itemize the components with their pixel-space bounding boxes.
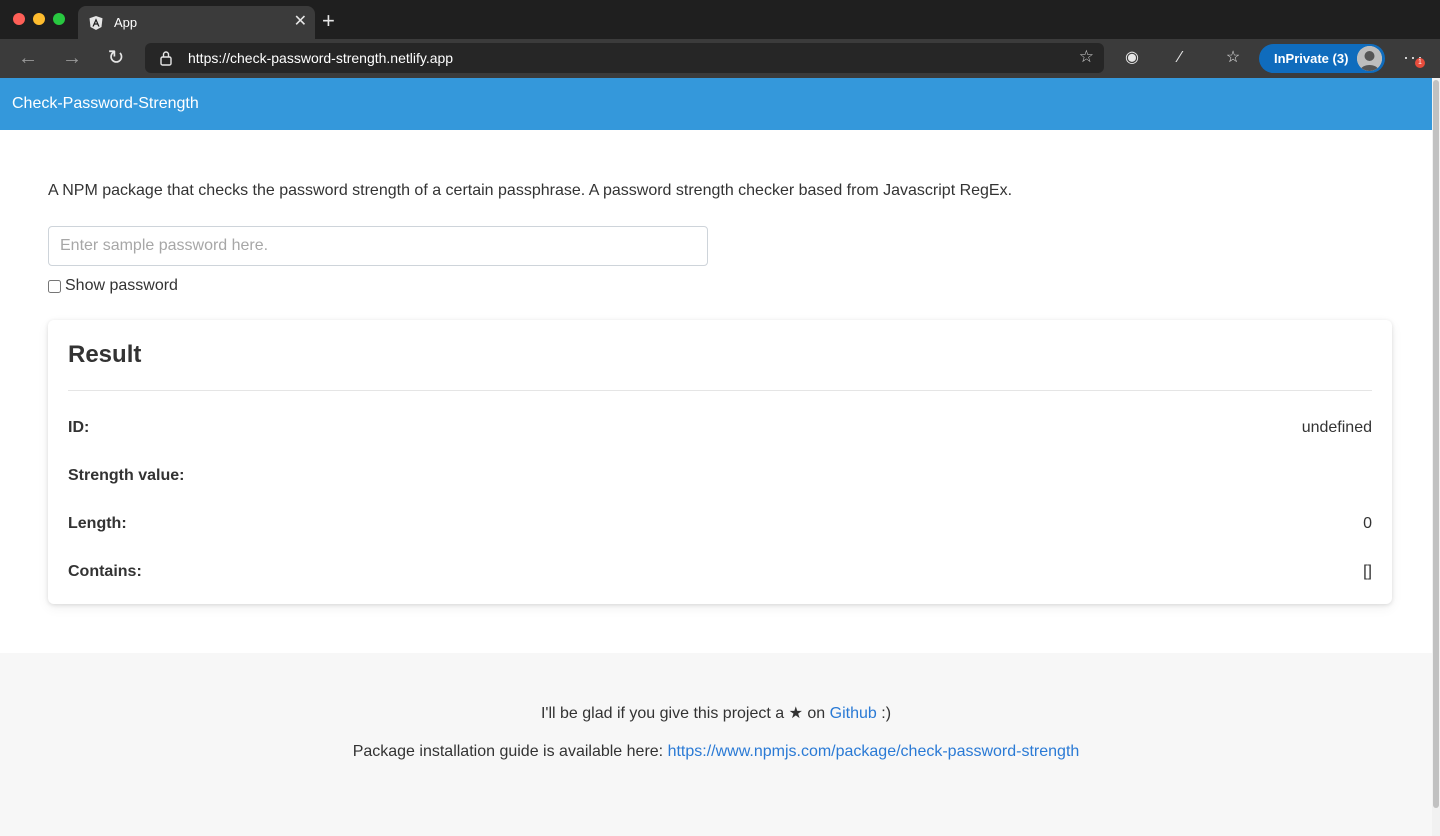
result-row-contains: Contains: [] <box>68 563 1372 587</box>
address-bar[interactable]: https://check-password-strength.netlify.… <box>145 43 1104 73</box>
footer-github-line: I'll be glad if you give this project a … <box>0 703 1432 723</box>
favorites-list-icon[interactable]: ☆ <box>1223 48 1243 68</box>
page-viewport: Check-Password-Strength A NPM package th… <box>0 78 1440 836</box>
page-scrollbar[interactable] <box>1432 78 1440 836</box>
footer-text: Package installation guide is available … <box>352 743 664 760</box>
show-password-label[interactable]: Show password <box>65 277 178 295</box>
scrollbar-thumb[interactable] <box>1433 80 1439 808</box>
new-tab-button[interactable]: + <box>322 9 335 33</box>
result-label: Length: <box>68 515 127 532</box>
angular-favicon-icon <box>89 16 103 30</box>
result-divider <box>68 390 1372 391</box>
reload-button[interactable]: ↻ <box>104 47 128 71</box>
result-value: 0 <box>1363 515 1372 532</box>
tab-close-icon[interactable]: ✕ <box>294 12 307 32</box>
forward-button[interactable]: → <box>60 47 84 71</box>
result-label: Strength value: <box>68 467 185 484</box>
browser-titlebar: App ✕ + <box>0 0 1440 39</box>
github-link[interactable]: Github <box>830 705 877 722</box>
app-navbar: Check-Password-Strength <box>0 78 1432 130</box>
back-button[interactable]: ← <box>16 47 40 71</box>
inprivate-label: InPrivate (3) <box>1274 51 1349 66</box>
extension-icon[interactable]: ⁄ <box>1170 48 1190 68</box>
profile-avatar <box>1357 46 1382 71</box>
result-row-id: ID: undefined <box>68 419 1372 443</box>
npm-package-link[interactable]: https://www.npmjs.com/package/check-pass… <box>668 743 1080 760</box>
favorite-star-icon[interactable]: ☆ <box>1079 47 1094 67</box>
footer-text: on <box>807 705 826 722</box>
result-row-length: Length: 0 <box>68 515 1372 539</box>
result-label: Contains: <box>68 563 142 580</box>
result-value: undefined <box>1301 419 1372 436</box>
notification-badge: 1 <box>1415 58 1425 68</box>
window-minimize-button[interactable] <box>33 13 45 25</box>
window-close-button[interactable] <box>13 13 25 25</box>
browser-toolbar: ← → ↻ https://check-password-strength.ne… <box>0 39 1440 78</box>
tracking-prevention-icon[interactable]: ◉ <box>1122 48 1142 68</box>
result-row-strength: Strength value: <box>68 467 1372 491</box>
footer-text: I'll be glad if you give this project a <box>540 705 785 722</box>
result-card: Result ID: undefined Strength value: Len… <box>48 320 1392 604</box>
result-title: Result <box>68 341 142 368</box>
person-icon <box>1357 46 1382 71</box>
url-text: https://check-password-strength.netlify.… <box>188 50 454 66</box>
lock-icon <box>160 51 172 66</box>
footer-text: :) <box>881 705 892 722</box>
show-password-checkbox[interactable] <box>48 279 61 293</box>
star-icon: ★ <box>788 705 803 722</box>
result-label: ID: <box>68 419 90 436</box>
inprivate-profile-button[interactable]: InPrivate (3) <box>1259 44 1385 73</box>
browser-tab[interactable]: App ✕ <box>78 6 315 39</box>
tab-title: App <box>114 15 138 30</box>
password-input[interactable] <box>48 226 708 266</box>
window-maximize-button[interactable] <box>53 13 65 25</box>
page-footer: I'll be glad if you give this project a … <box>0 653 1432 836</box>
footer-npm-line: Package installation guide is available … <box>0 743 1432 761</box>
navbar-brand[interactable]: Check-Password-Strength <box>12 95 199 113</box>
show-password-row: Show password <box>48 277 178 295</box>
intro-description: A NPM package that checks the password s… <box>48 182 1013 199</box>
result-value: [] <box>1363 563 1372 580</box>
